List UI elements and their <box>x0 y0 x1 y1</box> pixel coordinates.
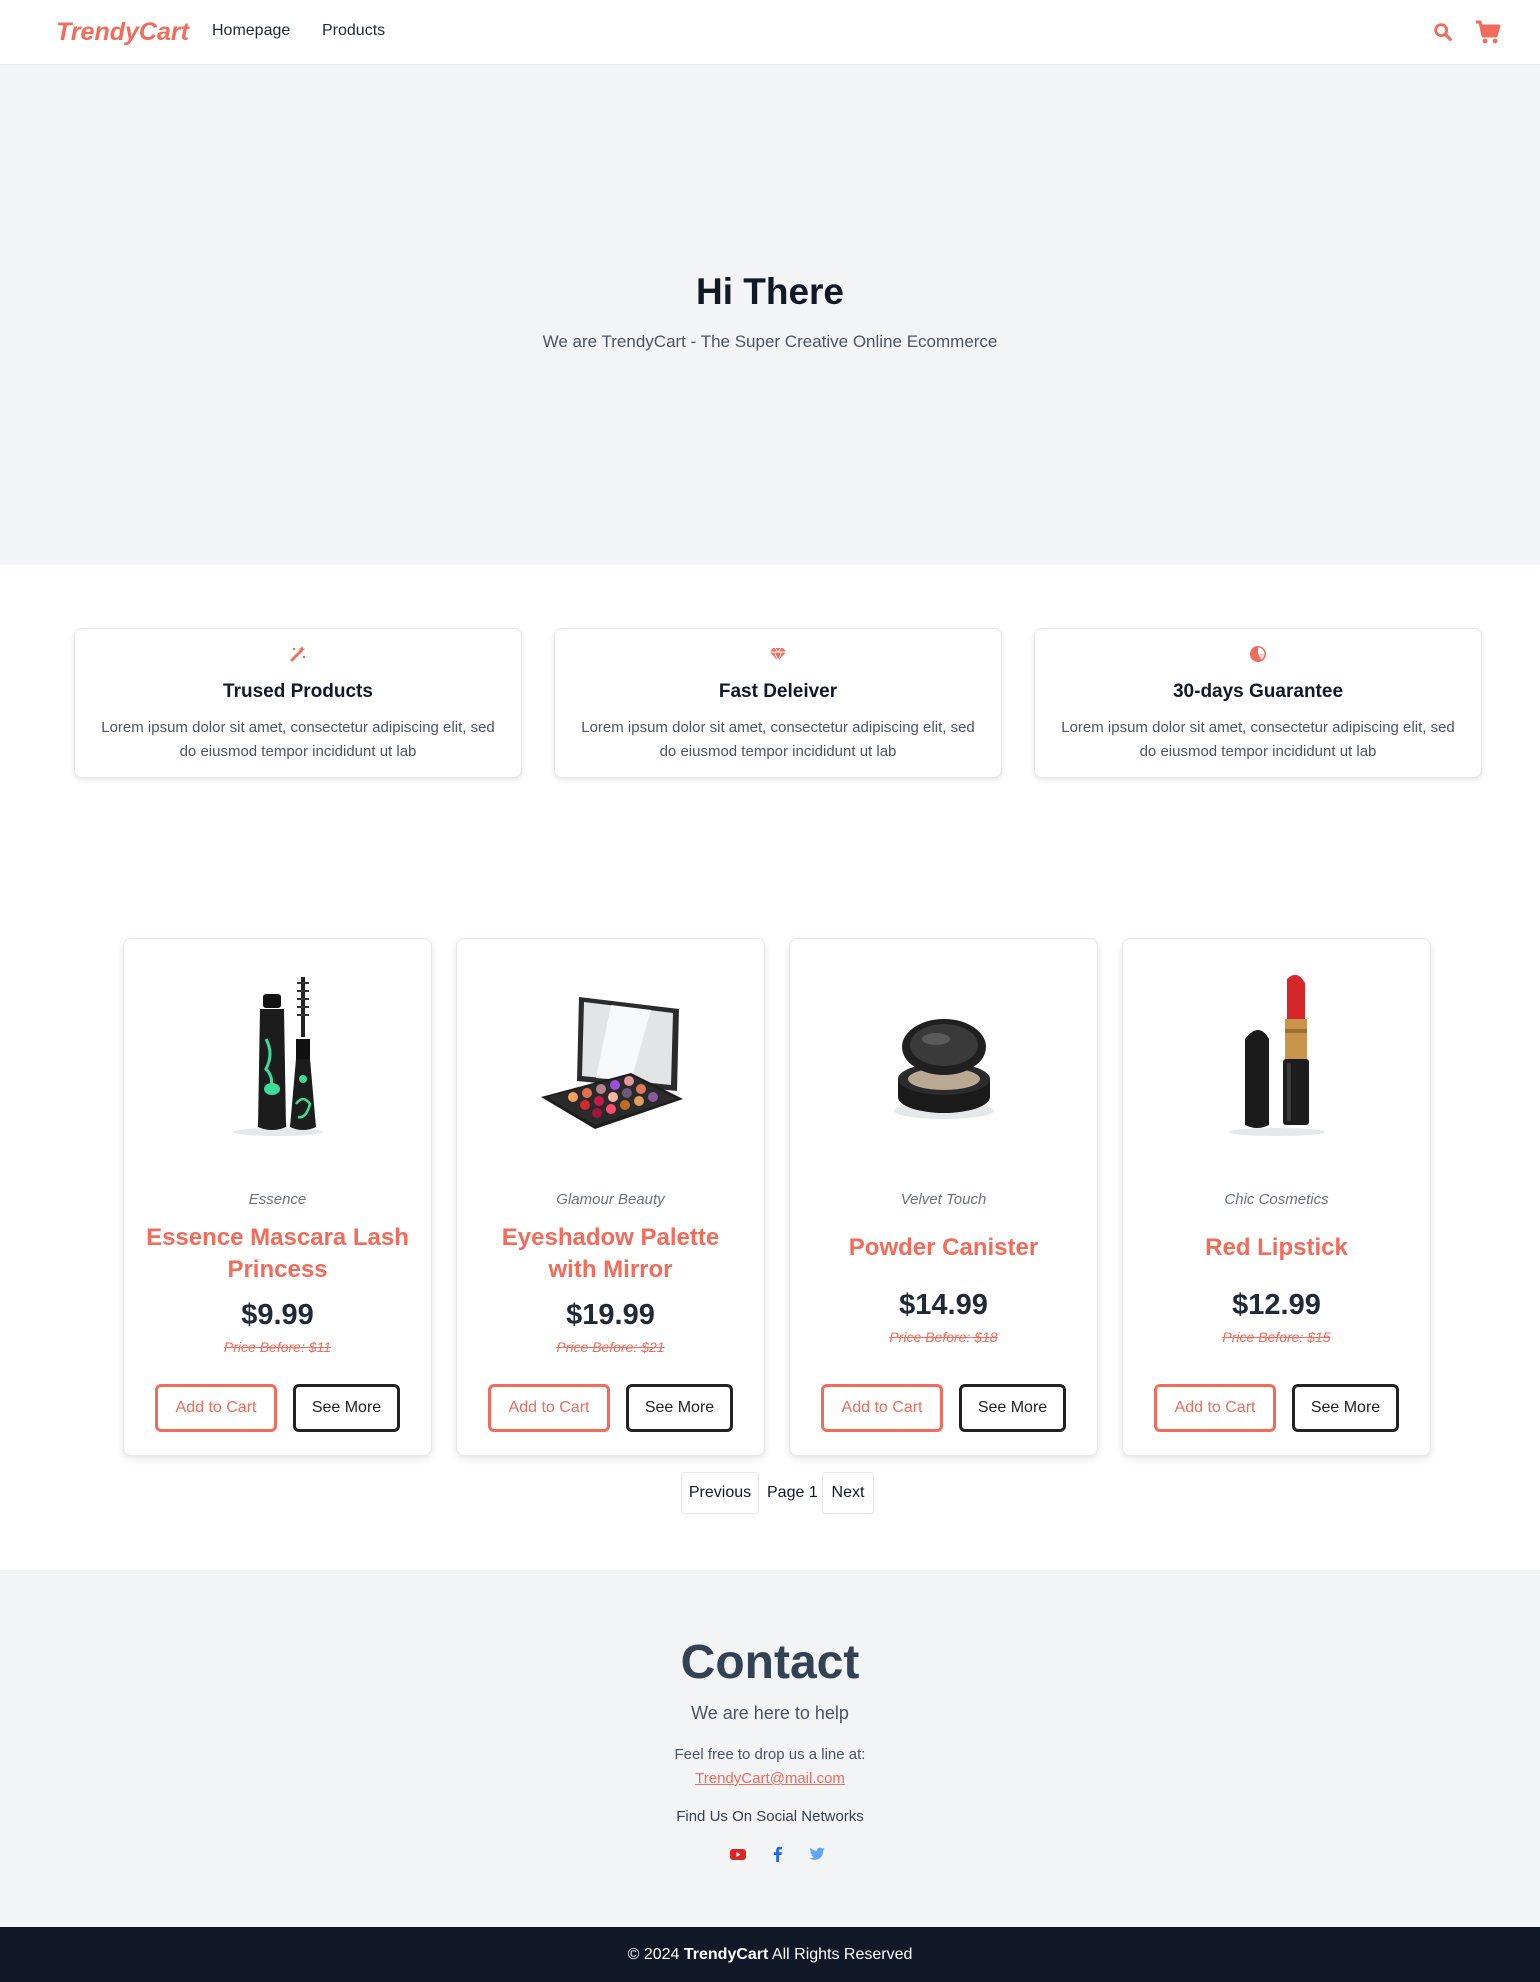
cart-icon[interactable] <box>1474 18 1502 46</box>
contact-subtitle: We are here to help <box>691 1703 849 1723</box>
contact-section: Contact We are here to help Feel free to… <box>0 1570 1540 1927</box>
mascara-image <box>233 977 323 1136</box>
feature-card-guarantee: 30-days Guarantee Lorem ipsum dolor sit … <box>1034 628 1482 778</box>
magic-wand-icon <box>290 646 306 662</box>
footer-rights: All Rights Reserved <box>771 1946 913 1963</box>
see-more-button[interactable]: See More <box>626 1384 733 1432</box>
see-more-button[interactable]: See More <box>293 1384 400 1432</box>
product-brand: Glamour Beauty <box>556 1191 665 1208</box>
feature-card-delivery: Fast Deleiver Lorem ipsum dolor sit amet… <box>554 628 1002 778</box>
feature-title: 30-days Guarantee <box>1172 681 1344 702</box>
footer-brand: TrendyCart <box>683 1946 769 1963</box>
hero-section: Hi There We are TrendyCart - The Super C… <box>0 65 1540 565</box>
gem-icon <box>770 647 786 663</box>
red-lipstick-image <box>1229 974 1325 1136</box>
add-to-cart-button[interactable]: Add to Cart <box>488 1384 610 1432</box>
search-icon[interactable] <box>1432 21 1454 43</box>
product-name[interactable]: Powder Canister <box>810 1232 1077 1264</box>
facebook-icon[interactable] <box>768 1844 788 1864</box>
product-price-before: Price Before: $18 <box>889 1329 998 1345</box>
twitter-icon[interactable] <box>807 1844 827 1864</box>
product-card: Essence Essence Mascara Lash Princess $9… <box>123 938 432 1456</box>
product-brand: Chic Cosmetics <box>1224 1191 1329 1208</box>
product-price: $9.99 <box>241 1299 314 1331</box>
page-indicator: Page 1 <box>767 1484 818 1501</box>
feature-title: Trused Products <box>223 681 373 702</box>
product-card: Glamour Beauty Eyeshadow Palette with Mi… <box>456 938 765 1456</box>
contact-email-link[interactable]: TrendyCart@mail.com <box>0 1770 1540 1787</box>
hero-title: Hi There <box>695 271 845 312</box>
contact-drop-line: Feel free to drop us a line at: <box>674 1746 866 1763</box>
add-to-cart-button[interactable]: Add to Cart <box>821 1384 943 1432</box>
feature-text: Lorem ipsum dolor sit amet, consectetur … <box>1061 719 1455 760</box>
see-more-button[interactable]: See More <box>1292 1384 1399 1432</box>
next-page-button[interactable]: Next <box>822 1472 874 1514</box>
youtube-icon[interactable] <box>728 1844 748 1864</box>
product-card: Velvet Touch Powder Canister $14.99 Pric… <box>789 938 1098 1456</box>
product-card: Chic Cosmetics Red Lipstick $12.99 Price… <box>1122 938 1431 1456</box>
feature-title: Fast Deleiver <box>718 681 838 702</box>
eyeshadow-palette-image <box>541 997 683 1129</box>
feature-text: Lorem ipsum dolor sit amet, consectetur … <box>581 719 975 760</box>
chart-pie-icon <box>1250 646 1266 662</box>
product-brand: Essence <box>248 1191 307 1208</box>
hero-subtitle: We are TrendyCart - The Super Creative O… <box>542 332 998 351</box>
previous-page-button[interactable]: Previous <box>681 1472 759 1514</box>
nav-link-homepage[interactable]: Homepage <box>212 22 290 40</box>
product-price: $12.99 <box>1232 1289 1321 1321</box>
top-navbar: TrendyCart Homepage Products <box>0 0 1540 65</box>
feature-text: Lorem ipsum dolor sit amet, consectetur … <box>101 719 495 760</box>
product-price-before: Price Before: $11 <box>223 1339 332 1355</box>
contact-title: Contact <box>680 1636 860 1689</box>
product-price: $19.99 <box>566 1299 655 1331</box>
product-brand: Velvet Touch <box>900 1191 987 1208</box>
product-price-before: Price Before: $21 <box>556 1339 665 1355</box>
footer-copyright: © 2024 <box>627 1946 680 1963</box>
footer: © 2024 TrendyCart All Rights Reserved <box>0 1927 1540 1982</box>
product-price: $14.99 <box>899 1289 988 1321</box>
add-to-cart-button[interactable]: Add to Cart <box>1154 1384 1276 1432</box>
see-more-button[interactable]: See More <box>959 1384 1066 1432</box>
product-name[interactable]: Red Lipstick <box>1143 1232 1410 1264</box>
product-price-before: Price Before: $15 <box>1222 1329 1331 1345</box>
product-name[interactable]: Essence Mascara Lash Princess <box>144 1222 411 1286</box>
feature-card-trusted: Trused Products Lorem ipsum dolor sit am… <box>74 628 522 778</box>
logo[interactable]: TrendyCart <box>56 18 189 47</box>
nav-link-products[interactable]: Products <box>322 22 385 40</box>
add-to-cart-button[interactable]: Add to Cart <box>155 1384 277 1432</box>
social-heading: Find Us On Social Networks <box>676 1808 864 1825</box>
powder-canister-image <box>894 1019 994 1119</box>
product-name[interactable]: Eyeshadow Palette with Mirror <box>477 1222 744 1286</box>
